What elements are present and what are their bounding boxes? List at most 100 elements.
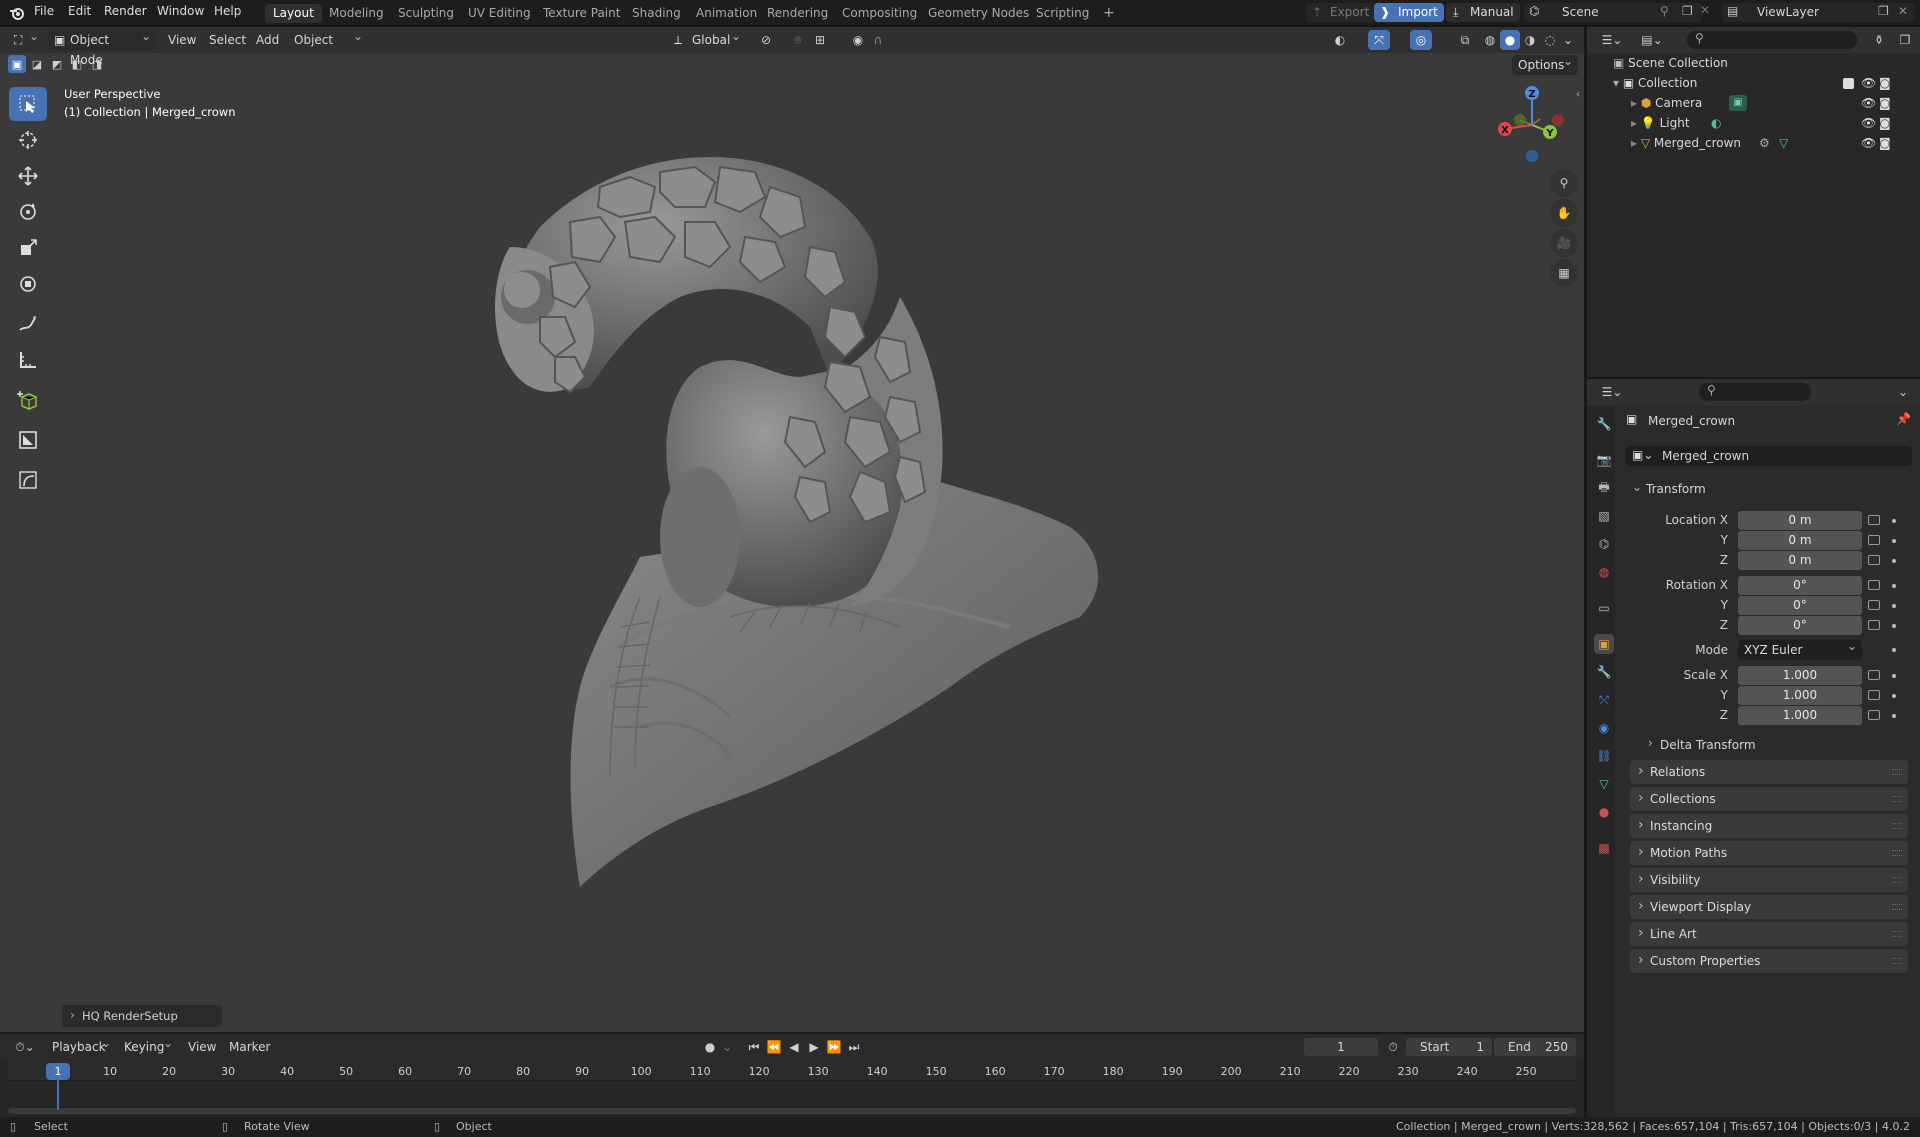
measure-tool[interactable] bbox=[9, 343, 47, 377]
record-keyframe-icon[interactable]: ● bbox=[700, 1038, 720, 1056]
lock-icon[interactable] bbox=[1868, 580, 1880, 590]
delta-transform-subpanel[interactable]: › Delta Transform bbox=[1642, 736, 1912, 756]
new-scene-icon[interactable]: ❐ bbox=[1682, 4, 1693, 18]
sidebar-toggle-icon[interactable]: ‹ bbox=[1576, 89, 1580, 100]
properties-editor-type-icon[interactable]: ☰⌄ bbox=[1597, 383, 1627, 401]
current-frame-field[interactable]: 1 bbox=[1304, 1038, 1378, 1056]
select-box-tool[interactable] bbox=[9, 87, 47, 121]
editor-type-dropdown[interactable]: ⛶ bbox=[8, 27, 44, 50]
physics-tab-icon[interactable]: ◉ bbox=[1594, 718, 1614, 738]
display-mode-icon[interactable]: ▤⌄ bbox=[1637, 31, 1667, 49]
collections-panel[interactable]: Collections bbox=[1630, 786, 1908, 811]
eye-icon[interactable]: 👁 bbox=[1861, 133, 1876, 153]
playback-menu[interactable]: Playback bbox=[46, 1033, 116, 1057]
playhead-frame-badge[interactable]: 1 bbox=[46, 1063, 70, 1080]
lock-icon[interactable] bbox=[1868, 670, 1880, 680]
camera-render-icon[interactable]: ◙ bbox=[1879, 133, 1891, 153]
expand-chevron-icon[interactable]: ▸ bbox=[1631, 96, 1641, 110]
lock-icon[interactable] bbox=[1868, 600, 1880, 610]
add-cube-tool[interactable] bbox=[9, 383, 47, 417]
lock-icon[interactable] bbox=[1868, 515, 1880, 525]
jump-end-icon[interactable]: ⏭ bbox=[845, 1038, 863, 1056]
location-x-field[interactable]: 0 m bbox=[1738, 511, 1862, 530]
custom-properties-panel[interactable]: Custom Properties bbox=[1630, 948, 1908, 973]
rotation-x-field[interactable]: 0° bbox=[1738, 576, 1862, 595]
camera-view-icon[interactable]: 🎥 bbox=[1550, 229, 1578, 257]
shading-wireframe-icon[interactable]: ◍ bbox=[1480, 31, 1500, 49]
manual-button[interactable]: ⤓ Manual bbox=[1446, 3, 1520, 22]
pin-icon[interactable]: ⚲ bbox=[1660, 4, 1669, 18]
transform-panel-header[interactable]: ⌄ Transform bbox=[1626, 478, 1916, 500]
tab-uv-editing[interactable]: UV Editing bbox=[460, 4, 539, 23]
shading-rendered-icon[interactable]: ◌ bbox=[1540, 31, 1560, 49]
object-name-field[interactable]: ▣⌄ Merged_crown bbox=[1626, 446, 1912, 466]
menu-help[interactable]: Help bbox=[214, 4, 241, 18]
scene-tab-icon[interactable]: ⌬ bbox=[1594, 534, 1614, 554]
tool-tab-icon[interactable]: 🔧 bbox=[1594, 414, 1614, 434]
collapse-chevron-icon[interactable]: ▾ bbox=[1613, 76, 1623, 90]
zoom-icon[interactable]: ⚲ bbox=[1550, 169, 1578, 197]
select-new-icon[interactable]: ▣ bbox=[8, 55, 26, 73]
tab-modeling[interactable]: Modeling bbox=[321, 4, 392, 23]
lock-icon[interactable] bbox=[1868, 690, 1880, 700]
export-button[interactable]: ⇡ Export bbox=[1306, 3, 1376, 22]
import-button[interactable]: ❱ Import bbox=[1374, 3, 1444, 22]
expand-chevron-icon[interactable]: ▸ bbox=[1631, 136, 1641, 150]
lock-icon[interactable] bbox=[1868, 710, 1880, 720]
blender-logo-icon[interactable] bbox=[8, 4, 26, 22]
prev-keyframe-icon[interactable]: ⏪ bbox=[765, 1038, 783, 1056]
tab-rendering[interactable]: Rendering bbox=[759, 4, 836, 23]
annotate-tool[interactable] bbox=[9, 307, 47, 341]
object-menu-extra-dropdown[interactable] bbox=[336, 27, 368, 50]
keyframe-dot-icon[interactable] bbox=[1892, 519, 1896, 523]
cursor-tool[interactable] bbox=[9, 123, 47, 157]
image-plane-tool[interactable] bbox=[9, 423, 47, 457]
collection-tab-icon[interactable]: ▭ bbox=[1594, 598, 1614, 618]
data-tab-icon[interactable]: ▽ bbox=[1594, 774, 1614, 794]
timeline-editor-type-icon[interactable]: ⏱⌄ bbox=[10, 1038, 40, 1056]
texture-tab-icon[interactable]: ▩ bbox=[1594, 838, 1614, 858]
outliner-search-input[interactable]: ⚲ bbox=[1687, 31, 1857, 49]
line-art-panel[interactable]: Line Art bbox=[1630, 921, 1908, 946]
eye-icon[interactable]: 👁 bbox=[1861, 113, 1876, 133]
add-workspace-button[interactable]: + bbox=[1095, 4, 1123, 23]
tab-layout[interactable]: Layout bbox=[265, 4, 322, 23]
outliner-row-light[interactable]: ▸ 💡 Light ◐ 👁 ◙ bbox=[1631, 113, 1913, 133]
material-tab-icon[interactable]: ● bbox=[1594, 802, 1614, 822]
expand-chevron-icon[interactable]: ▸ bbox=[1631, 116, 1641, 130]
proportional-edit-icon[interactable]: ◉ bbox=[848, 31, 868, 49]
auto-key-options-icon[interactable]: ⌄ bbox=[720, 1038, 734, 1056]
tab-compositing[interactable]: Compositing bbox=[834, 4, 925, 23]
tab-texture-paint[interactable]: Texture Paint bbox=[535, 4, 628, 23]
keyframe-dot-icon[interactable] bbox=[1892, 559, 1896, 563]
keyframe-dot-icon[interactable] bbox=[1892, 604, 1896, 608]
location-y-field[interactable]: 0 m bbox=[1738, 531, 1862, 550]
relations-panel[interactable]: Relations bbox=[1630, 759, 1908, 784]
menu-window[interactable]: Window bbox=[157, 4, 204, 18]
camera-render-icon[interactable]: ◙ bbox=[1879, 73, 1891, 93]
tab-geometry-nodes[interactable]: Geometry Nodes bbox=[920, 4, 1037, 23]
camera-render-icon[interactable]: ◙ bbox=[1879, 93, 1891, 113]
eye-icon[interactable]: 👁 bbox=[1861, 93, 1876, 113]
output-tab-icon[interactable]: 🖶 bbox=[1594, 478, 1614, 498]
menu-render[interactable]: Render bbox=[104, 4, 147, 18]
keyframe-dot-icon[interactable] bbox=[1892, 624, 1896, 628]
keying-menu[interactable]: Keying bbox=[118, 1033, 178, 1057]
properties-options-icon[interactable]: ⌄ bbox=[1893, 383, 1913, 401]
visibility-panel[interactable]: Visibility bbox=[1630, 867, 1908, 892]
include-checkbox[interactable] bbox=[1843, 78, 1854, 89]
rotation-z-field[interactable]: 0° bbox=[1738, 616, 1862, 635]
outliner-row-camera[interactable]: ▸ ⬢ Camera ▣ 👁 ◙ bbox=[1631, 93, 1913, 113]
lock-icon[interactable] bbox=[1868, 620, 1880, 630]
lock-icon[interactable] bbox=[1868, 535, 1880, 545]
rotation-y-field[interactable]: 0° bbox=[1738, 596, 1862, 615]
rotation-mode-dropdown[interactable]: XYZ Euler bbox=[1738, 636, 1862, 660]
timeline-menu-marker[interactable]: Marker bbox=[229, 1040, 270, 1054]
camera-render-icon[interactable]: ◙ bbox=[1879, 113, 1891, 133]
object-mode-dropdown[interactable]: ▣ Object Mode bbox=[48, 27, 156, 67]
snap-icon[interactable]: ⌾ bbox=[788, 31, 808, 49]
scale-x-field[interactable]: 1.000 bbox=[1738, 666, 1862, 685]
render-tab-icon[interactable]: 📷 bbox=[1594, 450, 1614, 470]
transform-orientation-dropdown[interactable]: ⟂ Global bbox=[668, 27, 746, 50]
object-tab-icon[interactable]: ▣ bbox=[1594, 634, 1614, 654]
